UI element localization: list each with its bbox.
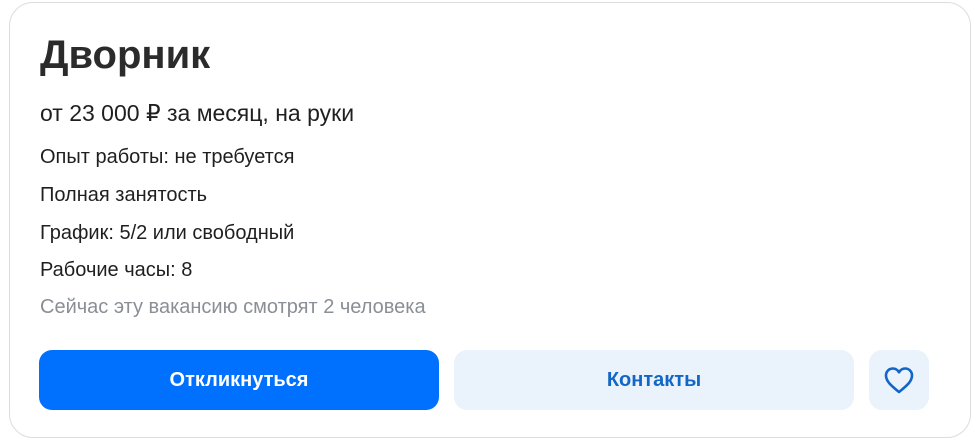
respond-button[interactable]: Откликнуться <box>39 350 439 410</box>
working-hours-text: Рабочие часы: 8 <box>40 259 193 281</box>
favorite-button[interactable] <box>869 350 929 410</box>
contacts-button[interactable]: Контакты <box>454 350 854 410</box>
salary-text: от 23 000 ₽ за месяц, на руки <box>40 100 355 126</box>
experience-text: Опыт работы: не требуется <box>40 146 295 168</box>
viewers-count-text: Сейчас эту вакансию смотрят 2 человека <box>40 296 426 318</box>
employment-text: Полная занятость <box>40 184 208 206</box>
vacancy-card: Дворник от 23 000 ₽ за месяц, на руки Оп… <box>9 2 971 438</box>
schedule-text: График: 5/2 или свободный <box>40 222 295 244</box>
vacancy-title: Дворник <box>40 33 211 77</box>
heart-icon <box>883 366 915 394</box>
